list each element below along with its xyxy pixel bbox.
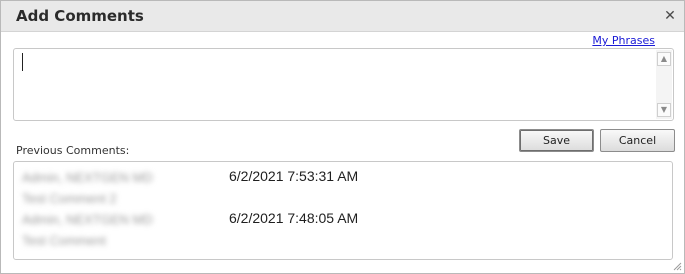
chevron-up-icon[interactable]: ▲ (657, 52, 671, 66)
my-phrases-link[interactable]: My Phrases (592, 34, 655, 47)
previous-comments-label: Previous Comments: (16, 144, 130, 157)
comment-text: Test Comment (22, 233, 106, 248)
dialog-title: Add Comments (16, 7, 144, 25)
list-item: Admin, NEXTGEN MD 6/2/2021 7:48:05 AM Te… (22, 208, 662, 252)
comment-text: Test Comment 2 (22, 191, 117, 206)
previous-comments-list[interactable]: Admin, NEXTGEN MD 6/2/2021 7:53:31 AM Te… (13, 161, 673, 260)
add-comments-dialog: Add Comments ✕ My Phrases ▲ ▼ Save Cance… (0, 0, 685, 274)
comment-timestamp: 6/2/2021 7:48:05 AM (229, 210, 359, 226)
save-button[interactable]: Save (519, 129, 594, 152)
resize-grip-icon[interactable] (672, 261, 682, 271)
comment-input[interactable] (16, 51, 655, 118)
comment-scrollbar[interactable]: ▲ ▼ (656, 50, 672, 119)
close-icon[interactable]: ✕ (662, 7, 678, 25)
text-caret (22, 53, 23, 71)
comment-timestamp: 6/2/2021 7:53:31 AM (229, 168, 359, 184)
comment-editor[interactable]: ▲ ▼ (13, 48, 674, 121)
cancel-button[interactable]: Cancel (600, 129, 675, 152)
list-item: Admin, NEXTGEN MD 6/2/2021 7:53:31 AM Te… (22, 166, 662, 210)
comment-author: Admin, NEXTGEN MD (22, 212, 153, 227)
comment-author: Admin, NEXTGEN MD (22, 170, 153, 185)
title-bar[interactable]: Add Comments ✕ (1, 1, 684, 32)
chevron-down-icon[interactable]: ▼ (657, 103, 671, 117)
